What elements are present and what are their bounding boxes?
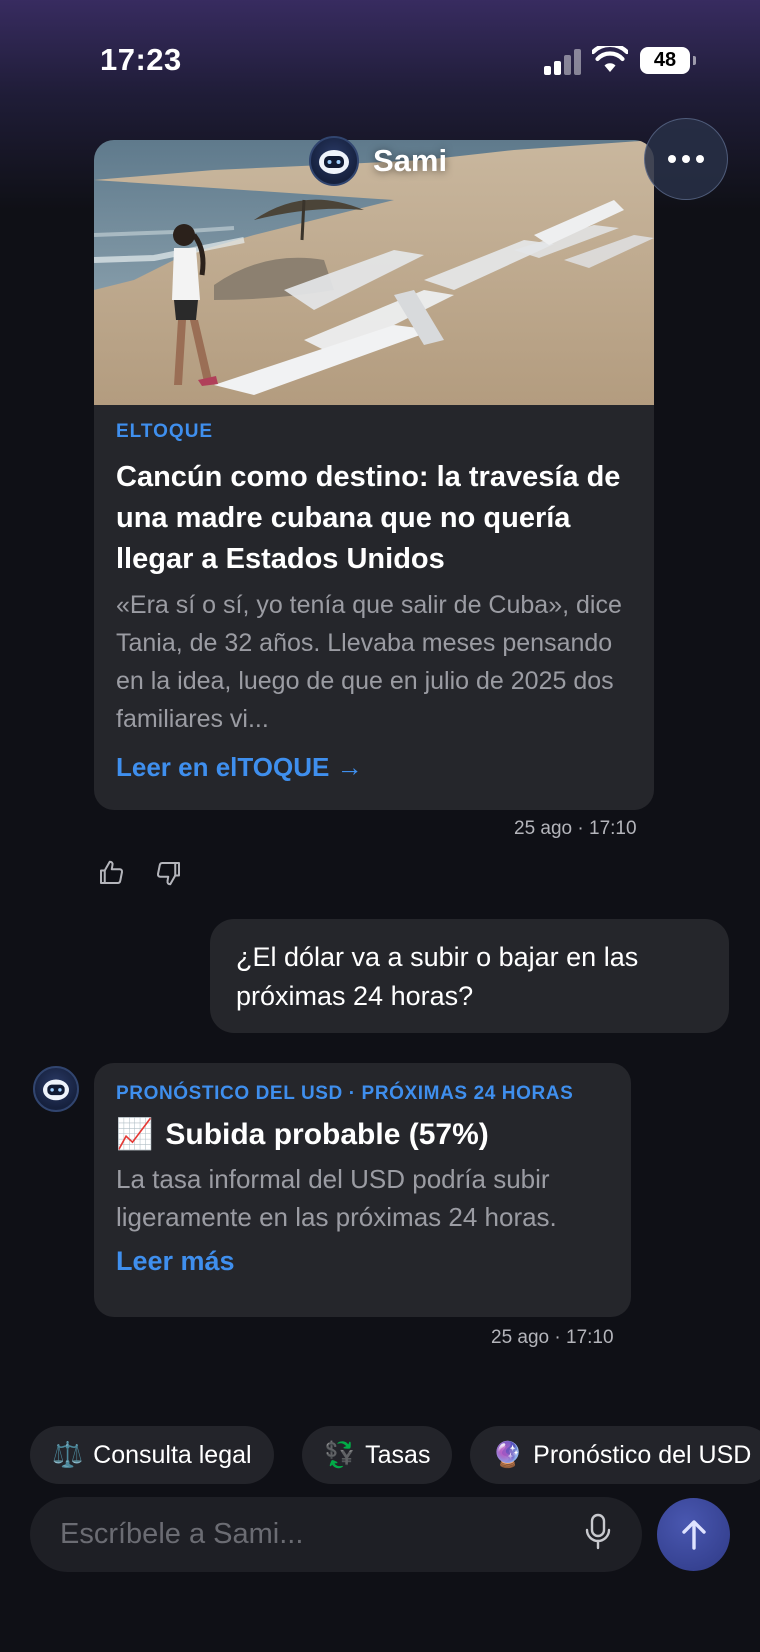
chart-increasing-icon: 📈: [116, 1118, 154, 1151]
forecast-description: La tasa informal del USD podría subir li…: [116, 1164, 557, 1232]
chip-label: Pronóstico del USD: [533, 1440, 752, 1469]
user-message-bubble: ¿El dólar va a subir o bajar en las próx…: [210, 919, 729, 1033]
forecast-label: PRONÓSTICO DEL USD · PRÓXIMAS 24 HORAS: [116, 1083, 574, 1104]
thumbs-down-icon[interactable]: [154, 858, 184, 888]
status-bar: 17:23 48: [0, 0, 760, 110]
suggestion-chips: ⚖️ Consulta legal 💱 Tasas 🔮 Pronóstico d…: [30, 1426, 760, 1484]
robot-icon: [43, 1079, 69, 1101]
thumbs-up-icon[interactable]: [96, 858, 126, 888]
scales-icon: ⚖️: [52, 1440, 84, 1469]
battery-icon: 48: [640, 47, 696, 74]
chip-consulta-legal[interactable]: ⚖️ Consulta legal: [30, 1426, 274, 1484]
forecast-card[interactable]: PRONÓSTICO DEL USD · PRÓXIMAS 24 HORAS 📈…: [94, 1063, 631, 1317]
chip-tasas[interactable]: 💱 Tasas: [302, 1426, 453, 1484]
currency-exchange-icon: 💱: [324, 1440, 356, 1469]
microphone-icon[interactable]: [584, 1513, 612, 1556]
article-title: Cancún como destino: la travesía de una …: [116, 461, 621, 575]
read-more-link[interactable]: Leer más: [116, 1246, 609, 1277]
crystal-ball-icon: 🔮: [492, 1440, 524, 1469]
bot-message-avatar: [33, 1066, 79, 1112]
chat-header: Sami: [309, 136, 447, 186]
chip-label: Consulta legal: [93, 1440, 252, 1469]
message-reactions: [96, 858, 184, 888]
chat-title: Sami: [373, 143, 448, 178]
read-article-link[interactable]: Leer en elTOQUE →: [116, 752, 632, 783]
battery-level: 48: [653, 49, 677, 71]
chip-pronostico-usd[interactable]: 🔮 Pronóstico del USD: [470, 1426, 760, 1484]
send-button[interactable]: [657, 1498, 730, 1571]
arrow-up-icon: [681, 1519, 706, 1550]
cellular-signal-icon: [544, 49, 582, 75]
forecast-timestamp: 25 ago · 17:10: [491, 1327, 614, 1348]
ellipsis-icon: [668, 155, 676, 163]
article-source: ELTOQUE: [116, 421, 214, 442]
article-card[interactable]: ELTOQUE Cancún como destino: la travesía…: [94, 140, 654, 810]
user-message-text: ¿El dólar va a subir o bajar en las próx…: [236, 942, 639, 1011]
forecast-headline: 📈 Subida probable (57%): [116, 1117, 609, 1152]
status-time: 17:23: [100, 42, 182, 77]
article-timestamp: 25 ago · 17:10: [514, 818, 637, 839]
robot-icon: [319, 150, 349, 174]
more-options-button[interactable]: [644, 118, 728, 200]
article-description: «Era sí o sí, yo tenía que salir de Cuba…: [116, 591, 622, 733]
bot-avatar: [309, 136, 359, 186]
chip-label: Tasas: [365, 1440, 431, 1469]
message-input-bar: [30, 1497, 642, 1572]
forecast-title: Subida probable (57%): [165, 1117, 489, 1151]
message-input[interactable]: [60, 1518, 584, 1551]
wifi-icon: [592, 46, 628, 72]
